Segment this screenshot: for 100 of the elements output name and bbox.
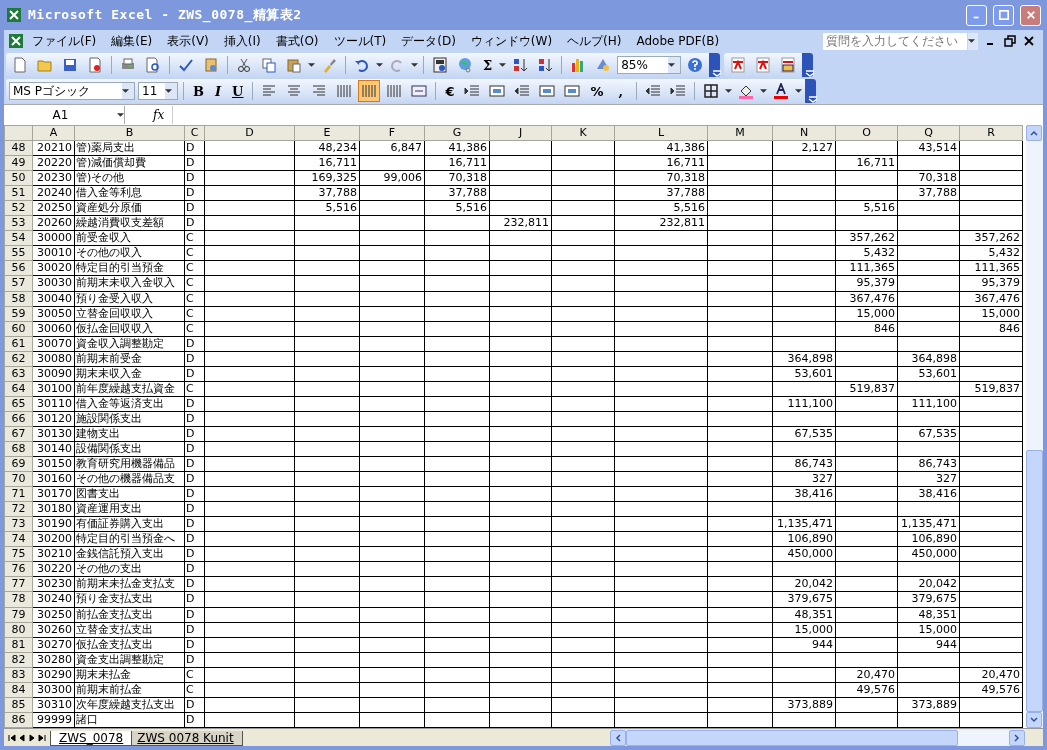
dropdown-arrow-icon[interactable]: [376, 63, 383, 67]
column-header[interactable]: N: [799, 126, 809, 139]
save-icon[interactable]: [62, 57, 78, 73]
paste-icon[interactable]: [286, 57, 302, 73]
dropdown-arrow-icon[interactable]: [308, 63, 315, 67]
column-header[interactable]: A: [49, 126, 58, 139]
copy-icon[interactable]: [261, 57, 277, 73]
sheet-nav-icon[interactable]: [8, 733, 16, 742]
cut-icon[interactable]: [236, 57, 252, 73]
bold-button[interactable]: B: [189, 81, 208, 101]
column-header[interactable]: F: [388, 126, 396, 139]
scroll-left-button[interactable]: [610, 729, 626, 746]
close-icon[interactable]: [1023, 35, 1035, 47]
autosum-button[interactable]: Σ: [479, 55, 497, 75]
dropdown-arrow-icon[interactable]: [122, 89, 129, 93]
menu-item[interactable]: ツール(T): [326, 30, 394, 52]
column-header[interactable]: O: [862, 126, 871, 139]
menu-item[interactable]: ファイル(F): [25, 30, 104, 52]
italic-button[interactable]: I: [211, 81, 226, 101]
fill-color-icon[interactable]: [738, 83, 755, 99]
indent-increase-icon[interactable]: [670, 83, 687, 99]
merge-icon[interactable]: [539, 83, 556, 99]
spellcheck-icon[interactable]: [178, 57, 194, 73]
merge-icon[interactable]: [489, 83, 506, 99]
brush-icon[interactable]: [321, 57, 337, 73]
indent-decrease-icon[interactable]: [645, 83, 662, 99]
currency-button[interactable]: €: [441, 81, 459, 101]
align-left-icon[interactable]: [261, 83, 278, 99]
borders-icon[interactable]: [703, 83, 720, 99]
menu-item[interactable]: 表示(V): [160, 30, 216, 52]
new-document-icon[interactable]: [12, 57, 28, 73]
font-color-icon[interactable]: [773, 83, 790, 99]
font-dropdown[interactable]: MS Pゴシック: [9, 82, 135, 100]
scrollbar-thumb[interactable]: [626, 729, 958, 746]
zoom-dropdown[interactable]: 85%: [617, 56, 682, 74]
preview-icon[interactable]: [145, 57, 161, 73]
maximize-button[interactable]: [993, 4, 1014, 26]
merge-icon[interactable]: [564, 83, 581, 99]
column-header[interactable]: G: [452, 126, 462, 139]
scroll-right-button[interactable]: [1009, 729, 1025, 746]
dropdown-arrow-icon[interactable]: [795, 89, 803, 93]
menu-item[interactable]: Adobe PDF(B): [629, 32, 727, 50]
column-header[interactable]: B: [125, 126, 134, 139]
column-header[interactable]: Q: [924, 126, 933, 139]
column-header[interactable]: M: [735, 126, 745, 139]
pdf-icon[interactable]: [730, 57, 747, 73]
sort-descending-icon[interactable]: [537, 57, 554, 73]
comma-button[interactable]: ,: [610, 81, 632, 101]
menu-item[interactable]: 挿入(I): [216, 30, 268, 52]
column-header[interactable]: D: [245, 126, 254, 139]
column-header[interactable]: J: [518, 126, 523, 139]
help-icon[interactable]: [687, 57, 704, 73]
help-search-field[interactable]: 質問を入力してください: [823, 32, 967, 50]
distributed-icon[interactable]: [336, 83, 353, 99]
dropdown-arrow-icon[interactable]: [668, 63, 676, 67]
close-button[interactable]: [1020, 4, 1041, 26]
column-header[interactable]: K: [579, 126, 587, 139]
excel-icon[interactable]: [8, 33, 24, 49]
distributed-icon[interactable]: [386, 83, 403, 99]
percent-button[interactable]: %: [586, 81, 608, 101]
column-header[interactable]: E: [323, 126, 331, 139]
column-header[interactable]: R: [987, 126, 995, 139]
underline-button[interactable]: U: [228, 81, 248, 101]
menu-item[interactable]: 書式(O): [268, 30, 326, 52]
dropdown-arrow-icon[interactable]: [968, 39, 975, 43]
dropdown-arrow-icon[interactable]: [725, 89, 733, 93]
name-box[interactable]: A1: [4, 108, 117, 122]
sheet-tab[interactable]: ZWS_0078: [50, 730, 133, 746]
indent-decrease-icon[interactable]: [514, 83, 531, 99]
dropdown-arrow-icon[interactable]: [117, 113, 124, 117]
align-center-icon[interactable]: [286, 83, 303, 99]
font-size-dropdown[interactable]: 11: [138, 82, 178, 100]
indent-increase-icon[interactable]: [464, 83, 481, 99]
dropdown-arrow-icon[interactable]: [499, 63, 507, 67]
scroll-down-button[interactable]: [1026, 712, 1042, 728]
drawing-icon[interactable]: [595, 57, 612, 73]
pdf-icon[interactable]: [755, 57, 772, 73]
dropdown-arrow-icon[interactable]: [411, 63, 418, 67]
menu-item[interactable]: ヘルプ(H): [560, 30, 629, 52]
menu-item[interactable]: 編集(E): [104, 30, 160, 52]
restore-icon[interactable]: [1004, 35, 1016, 47]
undo-icon[interactable]: [354, 57, 370, 73]
scroll-up-button[interactable]: [1026, 125, 1042, 141]
sheet-nav-icon[interactable]: [38, 733, 46, 742]
scrollbar-thumb[interactable]: [1026, 450, 1043, 713]
function-button[interactable]: fx: [145, 108, 173, 122]
distributed-icon[interactable]: [361, 83, 378, 99]
cell-icon[interactable]: [411, 83, 428, 99]
calculator-icon[interactable]: [432, 57, 448, 73]
globe-icon[interactable]: [457, 57, 473, 73]
book-icon[interactable]: [203, 57, 219, 73]
sort-ascending-icon[interactable]: [512, 57, 529, 73]
dropdown-arrow-icon[interactable]: [760, 89, 768, 93]
align-right-icon[interactable]: [311, 83, 328, 99]
table-cell: 15,000: [918, 623, 957, 636]
menu-item[interactable]: データ(D): [394, 30, 463, 52]
menu-item[interactable]: ウィンドウ(W): [463, 30, 560, 52]
column-header[interactable]: L: [657, 126, 665, 139]
dropdown-arrow-icon[interactable]: [165, 89, 172, 93]
minimize-button[interactable]: [966, 4, 987, 26]
